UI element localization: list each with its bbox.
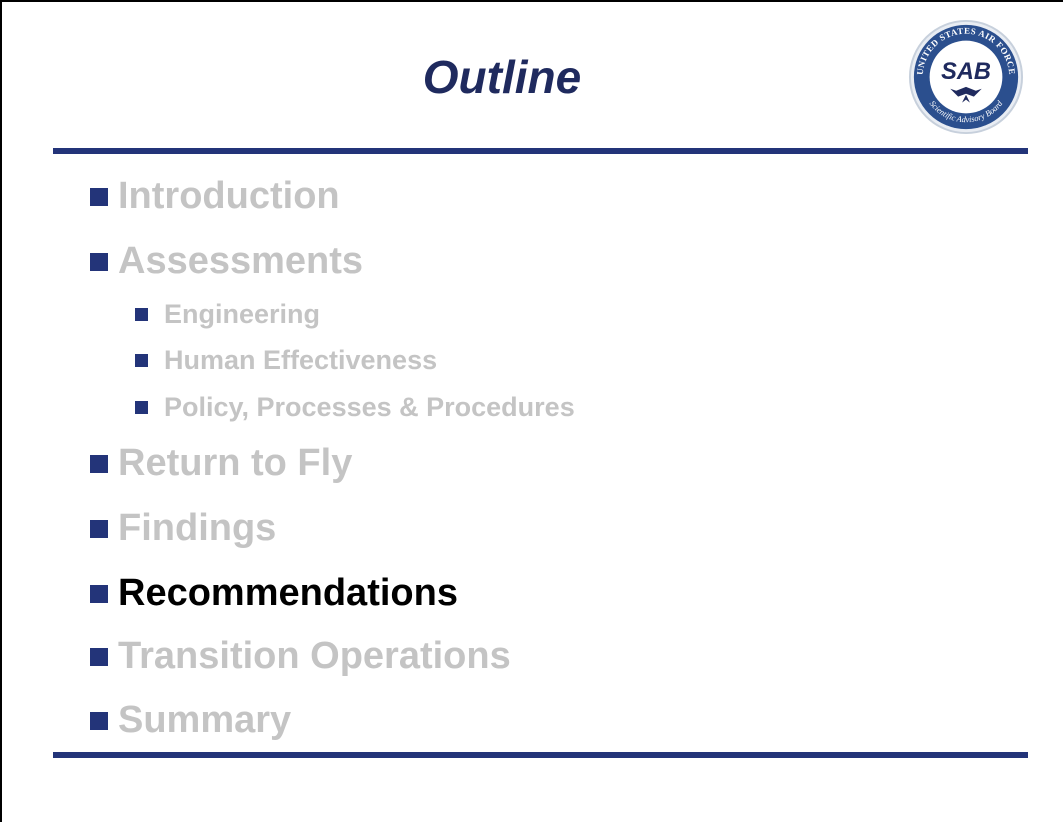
outline-item-label: Return to Fly [118,442,353,484]
bullet-icon [90,252,108,271]
outline-item-label: Human Effectiveness [164,345,438,375]
slide-title: Outline [422,51,582,103]
outline-item-label: Findings [118,507,277,549]
bullet-icon [90,711,108,730]
outline-item-label: Engineering [164,299,321,329]
outline-item-label: Recommendations [118,572,458,614]
bullet-icon [90,454,108,473]
outline-item-introduction: Introduction [90,175,340,218]
bullet-icon [90,187,108,206]
outline-item-transition-operations: Transition Operations [90,635,511,678]
outline-item-recommendations: Recommendations [90,572,458,615]
outline-item-label: Assessments [118,240,364,282]
outline-item-label: Policy, Processes & Procedures [164,392,575,422]
outline-subitem-human-effectiveness: Human Effectiveness [135,345,437,376]
sab-logo: UNITED STATES AIR FORCE Scientific Advis… [908,19,1024,135]
outline-subitem-engineering: Engineering [135,299,320,330]
footer-divider [53,752,1028,758]
outline-item-assessments: Assessments [90,240,363,283]
outline-item-label: Transition Operations [118,635,511,677]
logo-center-text: SAB [941,59,991,85]
slide: Outline UNITED STATES AIR FORCE Scientif… [0,0,1063,822]
bullet-icon [135,308,148,321]
outline-subitem-policy-processes-procedures: Policy, Processes & Procedures [135,392,575,423]
outline-item-findings: Findings [90,507,276,550]
outline-item-label: Summary [118,699,292,741]
bullet-icon [135,401,148,414]
bullet-icon [90,584,108,603]
outline-item-summary: Summary [90,699,291,742]
bullet-icon [135,354,148,367]
bullet-icon [90,647,108,666]
outline-item-label: Introduction [118,175,340,217]
outline-item-return-to-fly: Return to Fly [90,442,352,485]
title-divider [53,148,1028,154]
bullet-icon [90,519,108,538]
